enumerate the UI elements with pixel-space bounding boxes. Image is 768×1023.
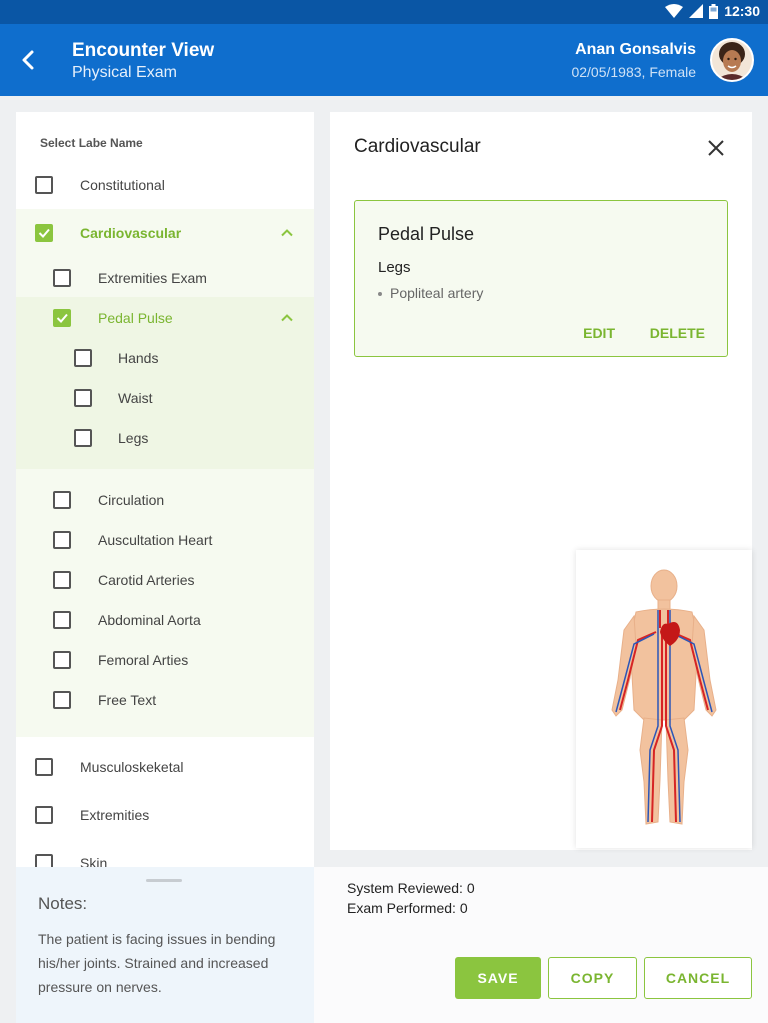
checkbox[interactable] — [53, 611, 71, 629]
tree-item-musculoskeletal[interactable]: Musculoskeketal — [16, 747, 314, 787]
circulatory-system-image — [576, 550, 752, 848]
status-bar: 12:30 — [0, 0, 768, 24]
tree-item-label: Musculoskeketal — [80, 759, 184, 775]
tree-item-label: Abdominal Aorta — [98, 612, 201, 628]
page-subtitle: Physical Exam — [72, 64, 177, 81]
notes-text: The patient is facing issues in bending … — [38, 931, 276, 995]
exam-performed-count: Exam Performed: 0 — [347, 900, 468, 916]
wifi-icon — [665, 4, 684, 18]
checkbox[interactable] — [35, 176, 53, 194]
card-bullet-text: Popliteal artery — [390, 285, 484, 301]
chevron-left-icon — [22, 50, 34, 70]
checkbox[interactable] — [53, 571, 71, 589]
signal-icon — [689, 4, 704, 18]
tree-item-waist[interactable]: Waist — [16, 378, 314, 418]
tree-item-label: Hands — [118, 350, 159, 366]
checkbox[interactable] — [53, 531, 71, 549]
back-button[interactable] — [14, 46, 42, 74]
details-title: Cardiovascular — [354, 136, 481, 157]
app-header: Encounter View Physical Exam Anan Gonsal… — [0, 24, 768, 96]
checkbox[interactable] — [53, 491, 71, 509]
select-label-title: Select Labe Name — [40, 136, 143, 150]
checkbox[interactable] — [74, 429, 92, 447]
chevron-up-icon[interactable] — [280, 311, 294, 325]
exam-tree-panel: Select Labe Name Constitutional Cardiova… — [16, 112, 314, 870]
check-icon — [38, 228, 50, 238]
tree-item-extremities-exam[interactable]: Extremities Exam — [16, 258, 314, 298]
drag-handle[interactable] — [146, 879, 182, 882]
checkbox[interactable] — [53, 269, 71, 287]
tree-item-label: Circulation — [98, 492, 165, 508]
anatomy-figure — [611, 569, 717, 825]
system-reviewed-count: System Reviewed: 0 — [347, 880, 475, 896]
bullet-icon — [378, 292, 382, 297]
checkbox-checked[interactable] — [53, 309, 71, 327]
checkbox[interactable] — [35, 758, 53, 776]
status-time: 12:30 — [724, 3, 760, 19]
tree-item-femoral-arties[interactable]: Femoral Arties — [16, 640, 314, 680]
delete-button[interactable]: DELETE — [650, 325, 705, 341]
patient-name: Anan Gonsalvis — [575, 41, 696, 58]
patient-photo — [712, 40, 752, 80]
tree-item-label: Free Text — [98, 692, 157, 708]
tree-item-label: Pedal Pulse — [98, 310, 173, 326]
checkbox[interactable] — [53, 691, 71, 709]
notes-panel: Notes: The patient is facing issues in b… — [16, 867, 314, 1023]
chevron-up-icon[interactable] — [280, 226, 294, 240]
tree-item-abdominal-aorta[interactable]: Abdominal Aorta — [16, 600, 314, 640]
check-icon — [56, 313, 68, 323]
status-icons: 12:30 — [665, 3, 760, 19]
footer-bar: System Reviewed: 0 Exam Performed: 0 SAV… — [314, 867, 768, 1023]
card-title: Pedal Pulse — [378, 224, 475, 244]
tree-item-carotid-arteries[interactable]: Carotid Arteries — [16, 560, 314, 600]
tree-item-label: Auscultation Heart — [98, 532, 213, 548]
tree-item-auscultation-heart[interactable]: Auscultation Heart — [16, 520, 314, 560]
tree-item-label: Cardiovascular — [80, 225, 182, 241]
tree-item-constitutional[interactable]: Constitutional — [16, 165, 314, 205]
patient-info: 02/05/1983, Female — [571, 64, 696, 80]
close-icon[interactable] — [706, 138, 726, 158]
checkbox[interactable] — [53, 651, 71, 669]
tree-item-label: Carotid Arteries — [98, 572, 195, 588]
save-button[interactable]: SAVE — [455, 957, 541, 999]
checkbox[interactable] — [74, 389, 92, 407]
card-bullet-item: Popliteal artery — [378, 285, 483, 301]
tree-item-label: Femoral Arties — [98, 652, 189, 668]
tree-item-skin[interactable]: Skin — [16, 843, 314, 870]
page-title: Encounter View — [72, 40, 215, 61]
tree-item-pedal-pulse[interactable]: Pedal Pulse — [16, 298, 314, 338]
card-subtitle: Legs — [378, 259, 411, 276]
tree-item-label: Extremities — [80, 807, 150, 823]
tree-item-hands[interactable]: Hands — [16, 338, 314, 378]
tree-item-label: Extremities Exam — [98, 270, 207, 286]
avatar[interactable] — [710, 38, 754, 82]
tree-item-label: Waist — [118, 390, 153, 406]
battery-icon — [709, 3, 719, 19]
checkbox[interactable] — [35, 806, 53, 824]
finding-card: Pedal Pulse Legs Popliteal artery EDIT D… — [354, 200, 728, 357]
edit-button[interactable]: EDIT — [583, 325, 615, 341]
tree-item-extremities[interactable]: Extremities — [16, 795, 314, 835]
tree-item-label: Legs — [118, 430, 149, 446]
copy-button[interactable]: COPY — [548, 957, 637, 999]
checkbox[interactable] — [74, 349, 92, 367]
tree-item-free-text[interactable]: Free Text — [16, 680, 314, 720]
tree-item-cardiovascular[interactable]: Cardiovascular — [16, 213, 314, 253]
checkbox-checked[interactable] — [35, 224, 53, 242]
cancel-button[interactable]: CANCEL — [644, 957, 752, 999]
tree-item-label: Constitutional — [80, 177, 165, 193]
notes-title: Notes: — [38, 894, 88, 913]
tree-item-circulation[interactable]: Circulation — [16, 480, 314, 520]
tree-item-legs[interactable]: Legs — [16, 418, 314, 458]
